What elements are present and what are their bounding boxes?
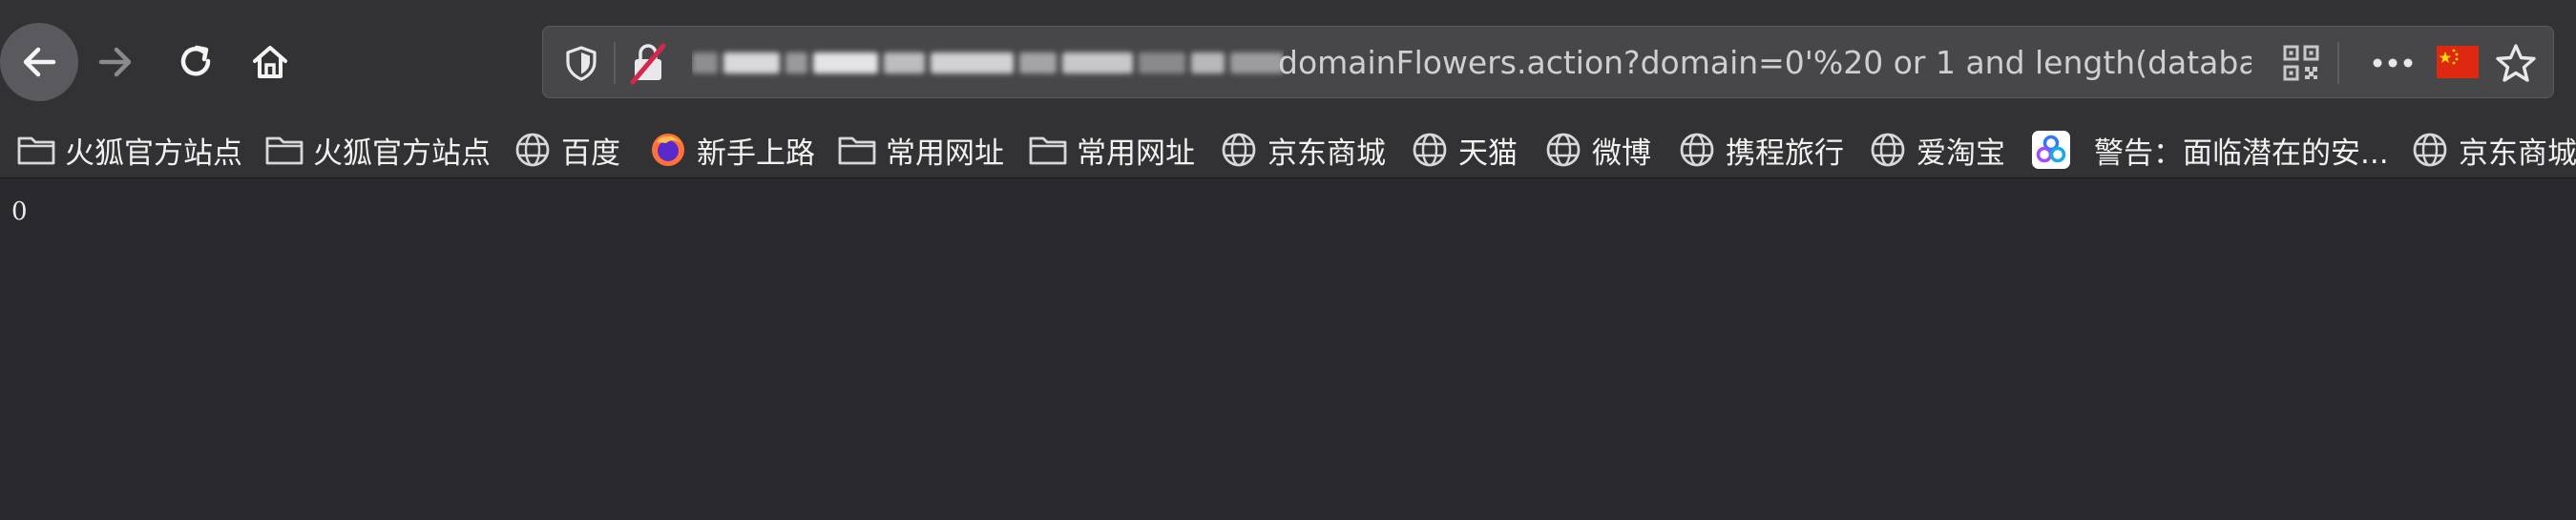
bookmark-label: 火狐官方站点	[65, 135, 242, 171]
bookmark-baidu[interactable]: 百度	[513, 122, 620, 177]
urlbar-separator	[2337, 42, 2339, 84]
bookmark-jd[interactable]: 京东商城	[1220, 122, 1386, 177]
bookmark-label: 携程旅行	[1726, 135, 1844, 171]
bookmark-label: 京东商城	[2459, 135, 2576, 171]
folder-icon	[17, 136, 55, 165]
firefox-icon	[652, 134, 684, 166]
bookmark-label: 微博	[1592, 135, 1651, 171]
bookmark-label: 京东商城	[1267, 135, 1386, 171]
back-button[interactable]	[0, 23, 78, 101]
bookmark-label: 百度	[561, 135, 620, 171]
response-text: 0	[11, 198, 28, 226]
globe-icon	[1413, 133, 1447, 167]
bookmark-folder-firefox-official[interactable]: 火狐官方站点	[17, 122, 242, 177]
bookmark-folder-common-sites[interactable]: 常用网址	[838, 122, 1004, 177]
insecure-lock-icon[interactable]	[627, 40, 669, 86]
bookmark-getting-started[interactable]: 新手上路	[649, 122, 815, 177]
site-logo-icon	[2032, 131, 2070, 169]
url-bar[interactable]: domainFlowers.action?domain=0'%20 or 1 a…	[542, 26, 2554, 98]
star-icon[interactable]	[2494, 42, 2538, 84]
bookmark-label: 警告：面临潜在的安...	[2094, 135, 2389, 171]
more-icon[interactable]	[2366, 44, 2419, 82]
bookmark-label: 新手上路	[697, 135, 815, 171]
url-text[interactable]: domainFlowers.action?domain=0'%20 or 1 a…	[1278, 27, 2251, 99]
bookmark-label: 常用网址	[1077, 135, 1195, 171]
globe-icon	[1546, 133, 1581, 167]
bookmark-label: 常用网址	[886, 135, 1004, 171]
urlbar-separator	[614, 42, 616, 84]
globe-icon	[1871, 133, 1905, 167]
home-icon	[253, 46, 287, 78]
reload-icon	[180, 45, 211, 76]
bookmark-folder-common-sites-2[interactable]: 常用网址	[1029, 122, 1195, 177]
globe-icon	[515, 133, 550, 167]
qr-code-icon[interactable]	[2282, 44, 2320, 82]
folder-icon	[265, 136, 304, 165]
forward-button[interactable]	[76, 23, 155, 101]
folder-icon	[1029, 136, 1067, 165]
folder-icon	[838, 136, 876, 165]
bookmark-label: 天猫	[1458, 135, 1518, 171]
globe-icon	[1222, 133, 1256, 167]
bookmark-tmall[interactable]: 天猫	[1411, 122, 1518, 177]
arrow-right-icon	[98, 47, 132, 77]
url-host-obscured	[692, 44, 1284, 82]
bookmark-folder-firefox-official-2[interactable]: 火狐官方站点	[265, 122, 491, 177]
bookmark-ctrip[interactable]: 携程旅行	[1678, 122, 1844, 177]
bookmark-label: 火狐官方站点	[313, 135, 491, 171]
reload-button[interactable]	[157, 23, 235, 101]
page-content: 0	[0, 178, 2576, 520]
bookmark-security-warning[interactable]: 警告：面临潜在的安...	[2031, 122, 2389, 177]
globe-icon	[1680, 133, 1714, 167]
arrow-left-icon	[23, 47, 56, 77]
bookmark-weibo[interactable]: 微博	[1544, 122, 1651, 177]
bookmark-aitaobao[interactable]: 爱淘宝	[1869, 122, 2005, 177]
bookmark-jd-2[interactable]: 京东商城	[2411, 122, 2576, 177]
home-button[interactable]	[231, 23, 309, 101]
bookmarks-toolbar: 火狐官方站点 火狐官方站点 百度 新手上路 常用网址 常用网址 京东商城 天猫 …	[0, 122, 2576, 178]
globe-icon	[2413, 133, 2447, 167]
tracking-shield-icon[interactable]	[562, 44, 600, 82]
browser-toolbar: domainFlowers.action?domain=0'%20 or 1 a…	[0, 0, 2576, 122]
china-flag-icon[interactable]	[2437, 44, 2479, 80]
bookmark-label: 爱淘宝	[1916, 135, 2005, 171]
